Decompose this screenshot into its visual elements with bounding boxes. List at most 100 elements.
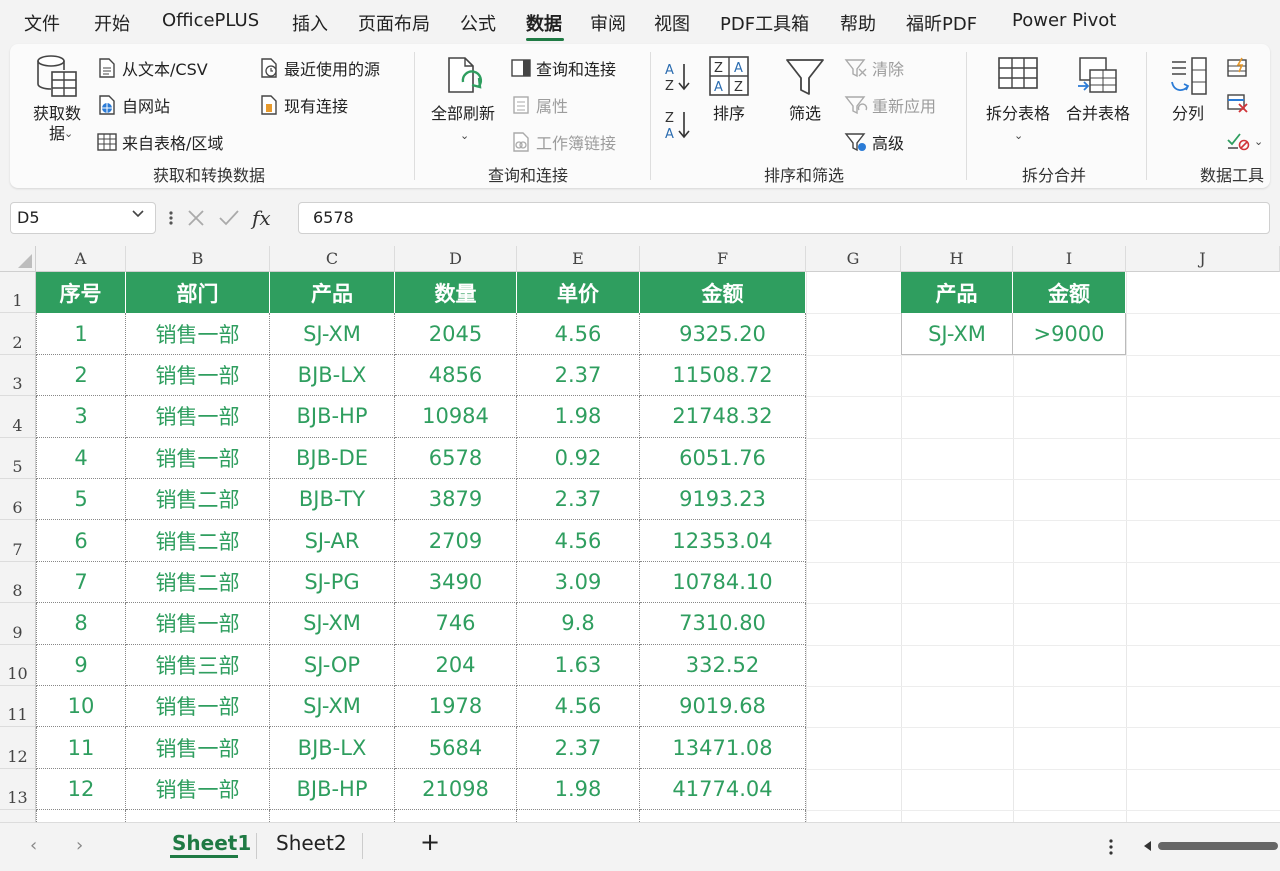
table-cell[interactable]: 3.09 bbox=[517, 561, 640, 604]
table-cell[interactable]: SJ-XM bbox=[270, 686, 395, 728]
table-cell[interactable]: 0.92 bbox=[517, 437, 640, 479]
table-cell[interactable]: 4.56 bbox=[517, 686, 640, 728]
table-cell[interactable]: 6 bbox=[36, 520, 126, 562]
menu-officeplus[interactable]: OfficePLUS bbox=[162, 10, 259, 31]
sort-ascending-button[interactable]: AZ bbox=[664, 60, 692, 98]
table-cell[interactable]: SJ-PG bbox=[270, 561, 395, 604]
table-cell[interactable]: 销售一部 bbox=[126, 396, 270, 438]
menu-page-layout[interactable]: 页面布局 bbox=[358, 10, 430, 36]
menu-file[interactable]: 文件 bbox=[24, 10, 60, 36]
column-header-a[interactable]: A bbox=[36, 246, 126, 272]
existing-connections-button[interactable]: 现有连接 bbox=[258, 93, 348, 117]
insert-function-icon[interactable]: fx bbox=[252, 206, 271, 230]
table-cell[interactable]: BJB-HP bbox=[270, 768, 395, 811]
table-cell[interactable]: 13471.08 bbox=[640, 727, 806, 769]
table-header-cell[interactable]: 部门 bbox=[126, 272, 270, 314]
table-cell[interactable]: 1978 bbox=[395, 686, 517, 728]
table-cell[interactable]: 2709 bbox=[395, 520, 517, 562]
table-cell[interactable]: 销售一部 bbox=[126, 686, 270, 728]
menu-view[interactable]: 视图 bbox=[654, 10, 690, 36]
table-cell[interactable]: 销售一部 bbox=[126, 313, 270, 355]
table-cell[interactable]: 10984 bbox=[395, 396, 517, 438]
table-cell[interactable]: 10 bbox=[36, 686, 126, 728]
row-header-11[interactable]: 11 bbox=[0, 686, 36, 728]
chevron-down-icon[interactable]: ⌄ bbox=[64, 128, 73, 140]
table-cell[interactable]: 4 bbox=[36, 437, 126, 479]
table-cell[interactable]: 9.8 bbox=[517, 603, 640, 645]
row-header-6[interactable]: 6 bbox=[0, 479, 36, 521]
column-header-d[interactable]: D bbox=[395, 246, 517, 272]
column-header-g[interactable]: G bbox=[806, 246, 901, 272]
flash-fill-button[interactable] bbox=[1226, 56, 1250, 82]
table-cell[interactable]: 销售二部 bbox=[126, 520, 270, 562]
prev-sheet-icon[interactable]: ‹ bbox=[30, 835, 37, 856]
table-cell[interactable]: 332.52 bbox=[640, 644, 806, 686]
table-cell[interactable]: BJB-TY bbox=[270, 479, 395, 521]
menu-insert[interactable]: 插入 bbox=[292, 10, 328, 36]
split-table-button[interactable]: 拆分表格 bbox=[980, 54, 1056, 124]
table-cell[interactable]: 2.37 bbox=[517, 354, 640, 397]
more-options-icon[interactable] bbox=[168, 209, 174, 227]
formula-input[interactable]: 6578 bbox=[298, 202, 1270, 234]
column-header-h[interactable]: H bbox=[901, 246, 1013, 272]
table-cell[interactable]: 746 bbox=[395, 603, 517, 645]
table-cell[interactable]: 1.63 bbox=[517, 644, 640, 686]
next-sheet-icon[interactable]: › bbox=[76, 835, 83, 856]
from-text-csv-button[interactable]: 从文本/CSV bbox=[96, 56, 208, 80]
table-cell[interactable]: 1.98 bbox=[517, 768, 640, 811]
criteria-header-cell[interactable]: 金额 bbox=[1013, 272, 1126, 314]
table-cell[interactable]: SJ-XM bbox=[270, 313, 395, 355]
table-cell[interactable]: 21098 bbox=[395, 768, 517, 811]
row-header-13[interactable]: 13 bbox=[0, 768, 36, 811]
table-cell[interactable]: 204 bbox=[395, 644, 517, 686]
name-box[interactable]: D5 bbox=[10, 202, 156, 234]
table-cell[interactable]: 销售二部 bbox=[126, 561, 270, 604]
table-cell[interactable]: 2.37 bbox=[517, 479, 640, 521]
table-cell[interactable]: 销售一部 bbox=[126, 603, 270, 645]
advanced-filter-button[interactable]: 高级 bbox=[844, 130, 904, 154]
row-header-5[interactable]: 5 bbox=[0, 437, 36, 479]
table-cell[interactable]: 1 bbox=[36, 313, 126, 355]
criteria-value-cell[interactable]: SJ-XM bbox=[901, 313, 1013, 355]
menu-home[interactable]: 开始 bbox=[94, 10, 130, 36]
table-cell[interactable]: 21748.32 bbox=[640, 396, 806, 438]
table-cell[interactable]: BJB-HP bbox=[270, 396, 395, 438]
row-header-9[interactable]: 9 bbox=[0, 603, 36, 645]
table-header-cell[interactable]: 金额 bbox=[640, 272, 806, 314]
chevron-down-icon[interactable]: ⌄ bbox=[460, 130, 469, 142]
more-options-icon[interactable] bbox=[1108, 837, 1114, 857]
data-validation-button[interactable] bbox=[1226, 130, 1250, 156]
cancel-icon[interactable] bbox=[186, 208, 206, 228]
table-cell[interactable]: BJB-LX bbox=[270, 354, 395, 397]
table-cell[interactable]: 2 bbox=[36, 354, 126, 397]
column-header-e[interactable]: E bbox=[517, 246, 640, 272]
table-cell[interactable]: 9325.20 bbox=[640, 313, 806, 355]
row-header-4[interactable]: 4 bbox=[0, 396, 36, 438]
row-header-10[interactable]: 10 bbox=[0, 644, 36, 686]
row-header-1[interactable]: 1 bbox=[0, 272, 36, 314]
column-header-j[interactable]: J bbox=[1126, 246, 1280, 272]
row-header-2[interactable]: 2 bbox=[0, 313, 36, 355]
chevron-down-icon[interactable]: ⌄ bbox=[1014, 130, 1023, 142]
table-cell[interactable]: 2.37 bbox=[517, 727, 640, 769]
get-data-button[interactable]: 获取数 据 bbox=[28, 54, 86, 144]
table-cell[interactable]: 9019.68 bbox=[640, 686, 806, 728]
workbook-links-button[interactable]: 工作簿链接 bbox=[510, 130, 616, 154]
refresh-all-button[interactable]: 全部刷新 bbox=[428, 54, 498, 124]
properties-button[interactable]: 属性 bbox=[510, 93, 568, 117]
table-cell[interactable]: 销售一部 bbox=[126, 354, 270, 397]
text-to-columns-button[interactable]: 分列 bbox=[1162, 54, 1214, 124]
merge-table-button[interactable]: 合并表格 bbox=[1060, 54, 1136, 124]
sheet-tab-sheet1[interactable]: Sheet1 bbox=[172, 831, 251, 855]
sort-button[interactable]: Z A A Z 排序 bbox=[706, 54, 752, 124]
table-cell[interactable]: 12353.04 bbox=[640, 520, 806, 562]
table-cell[interactable]: 9193.23 bbox=[640, 479, 806, 521]
table-cell[interactable]: 2045 bbox=[395, 313, 517, 355]
table-cell[interactable]: 销售一部 bbox=[126, 768, 270, 811]
table-cell[interactable]: 6578 bbox=[395, 437, 517, 479]
column-header-i[interactable]: I bbox=[1013, 246, 1126, 272]
table-cell[interactable]: 5 bbox=[36, 479, 126, 521]
table-cell[interactable]: 销售二部 bbox=[126, 479, 270, 521]
table-cell[interactable]: 3490 bbox=[395, 561, 517, 604]
table-cell[interactable]: 销售一部 bbox=[126, 727, 270, 769]
